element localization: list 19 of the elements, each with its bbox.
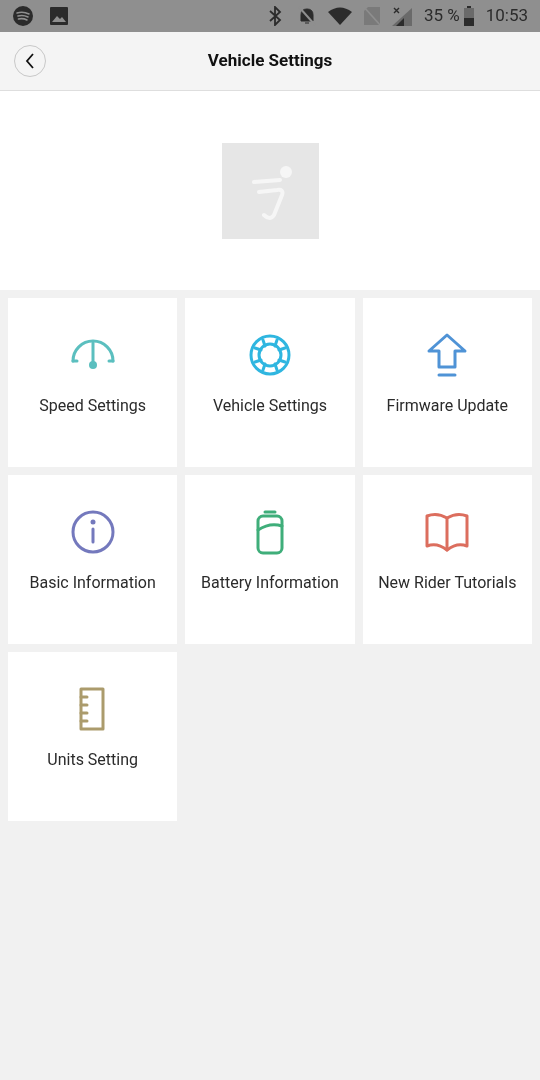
music-app-icon	[12, 5, 34, 27]
menu-tile[interactable]: Vehicle Settings	[185, 298, 355, 467]
menu-tile[interactable]: Basic Information	[8, 475, 178, 644]
menu-tile[interactable]: Units Setting	[8, 652, 178, 821]
clock-time: 10:53	[485, 4, 528, 28]
menu-tile[interactable]: Firmware Update	[362, 298, 532, 467]
bluetooth-icon	[267, 6, 282, 26]
vehicle-placeholder-icon	[221, 142, 319, 239]
page-title: Vehicle Settings	[207, 49, 333, 73]
menu-tile[interactable]: New Rider Tutorials	[362, 475, 532, 644]
wifi-icon	[327, 7, 352, 25]
menu-tile[interactable]: Speed Settings	[8, 298, 178, 467]
image-icon	[50, 7, 68, 25]
signal-icon	[391, 6, 412, 26]
back-chevron-icon	[25, 53, 35, 69]
menu-tile[interactable]: Battery Information	[185, 475, 355, 644]
battery-percent: 35 %	[423, 4, 460, 28]
battery-icon	[463, 6, 474, 26]
muted-bell-icon	[297, 6, 316, 26]
